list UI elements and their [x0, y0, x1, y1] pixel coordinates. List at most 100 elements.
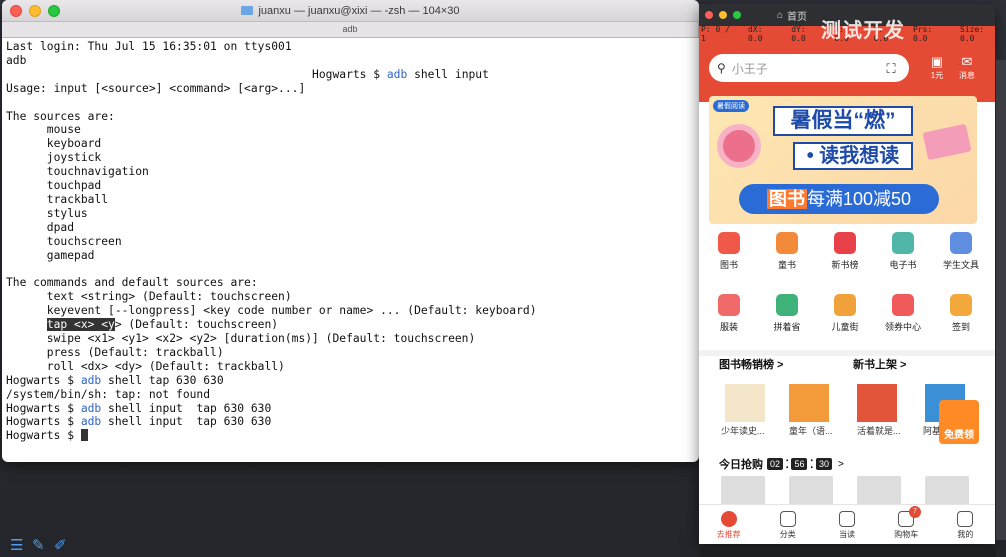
category-icon [834, 294, 856, 316]
category-item[interactable]: 服装 [701, 294, 757, 333]
category-icon [834, 232, 856, 254]
book-cover[interactable] [789, 384, 829, 422]
zoom-icon[interactable] [733, 11, 741, 19]
flower-decoration [717, 124, 761, 168]
search-placeholder: 小王子 [731, 61, 768, 76]
scan-icon[interactable]: ⛶ [879, 61, 903, 77]
banner-title: 暑假当“燃” [773, 106, 913, 136]
folder-icon [241, 6, 254, 15]
home-label: 首页 [787, 11, 808, 23]
emulator-bottom [700, 546, 996, 557]
status-value: P: 0 / 1 [701, 25, 730, 43]
product-image[interactable] [925, 476, 969, 506]
category-item[interactable]: 儿童街 [817, 294, 873, 333]
category-label: 学生文具 [942, 260, 979, 270]
category-icon [776, 294, 798, 316]
current-prompt: Hogwarts $ [6, 429, 695, 443]
command-item: roll <dx> <dy> (Default: trackball) [6, 359, 285, 373]
banner-offer: 图书 每满100减50 [739, 184, 939, 214]
tab-adb[interactable]: adb [2, 22, 699, 37]
list-icon[interactable]: ☰ [10, 538, 26, 554]
terminal-window[interactable]: juanxu — juanxu@xixi — -zsh — 104×30 adb… [2, 0, 699, 462]
close-icon[interactable] [705, 11, 713, 19]
bottom-nav: 去推荐 分类 当读 购物车 我的 [699, 504, 995, 544]
terminal-output[interactable]: Last login: Thu Jul 15 16:35:01 on ttys0… [2, 38, 699, 445]
command-item: text <string> (Default: touchscreen) [6, 290, 292, 304]
nav-label: 去推荐 [716, 530, 741, 539]
phone-screen[interactable]: ⌂ 首页 测试开发 P: 0 / 1 dX: 0.0 dY: 0.0 X: 0.0 Y: … [699, 4, 995, 544]
category-item[interactable]: 电子书 [875, 232, 931, 271]
window-title: juanxu — juanxu@xixi — -zsh — 104×30 [258, 4, 460, 17]
category-label: 电子书 [889, 260, 917, 270]
category-item[interactable]: 学生文具 [933, 232, 989, 271]
book-cover[interactable] [725, 384, 765, 422]
nav-label: 购物车 [894, 530, 919, 539]
command-item: press (Default: trackball) [6, 345, 224, 359]
terminal-line: The commands and default sources are: [6, 276, 258, 290]
command-item: keyevent [--longpress] <key code number … [6, 304, 537, 318]
product-image[interactable] [857, 476, 901, 506]
book-cover[interactable] [857, 384, 897, 422]
flash-sale-title[interactable]: 今日抢购 [719, 456, 763, 472]
terminal-line: Usage: input [<source>] <command> [<arg>… [6, 81, 306, 95]
nav-item[interactable]: 购物车 [877, 505, 936, 544]
free-badge[interactable]: 免费领 [939, 400, 979, 444]
category-item[interactable]: 童书 [759, 232, 815, 271]
bestseller-title[interactable]: 图书畅销榜 > [719, 356, 784, 372]
category-icon [718, 294, 740, 316]
command-name: adb [80, 373, 102, 387]
terminal-titlebar[interactable]: juanxu — juanxu@xixi — -zsh — 104×30 [2, 0, 699, 22]
search-icon: ⚲ [717, 61, 726, 75]
category-label: 图书 [719, 260, 738, 270]
command-item: tap <x> <y> (Default: touchscreen) [46, 318, 279, 332]
pen-icon[interactable]: ✐ [54, 538, 70, 554]
selected-text: tap <x> <y [46, 318, 115, 332]
category-icon [892, 232, 914, 254]
category-icon [892, 294, 914, 316]
nav-item[interactable]: 当读 [817, 505, 876, 544]
edit-icon[interactable]: ✎ [32, 538, 48, 554]
history-line: Hogwarts $ adb shell input tap 630 630 [6, 415, 272, 429]
banner-subtitle: • 读我想读 [793, 142, 913, 170]
newbooks-title[interactable]: 新书上架 > [853, 356, 907, 372]
category-label: 儿童街 [831, 322, 859, 332]
category-label: 新书榜 [831, 260, 859, 270]
category-item[interactable]: 签到 [933, 294, 989, 333]
book-decoration [922, 123, 972, 161]
category-label: 签到 [951, 322, 970, 332]
category-item[interactable]: 领券中心 [875, 294, 931, 333]
coupon-icon[interactable]: ▣ 1元 [925, 54, 949, 81]
nav-icon [957, 511, 974, 527]
history-line: /system/bin/sh: tap: not found [6, 387, 211, 401]
nav-icon [720, 511, 737, 527]
product-image[interactable] [721, 476, 765, 506]
category-label: 拼着省 [773, 322, 801, 332]
status-value: Prs: 0.0 [912, 25, 933, 43]
nav-item[interactable]: 去推荐 [699, 505, 758, 544]
category-item[interactable]: 图书 [701, 232, 757, 271]
source-item: touchscreen [6, 234, 122, 248]
home-icon[interactable]: ⌂ [777, 10, 783, 21]
category-item[interactable]: 新书榜 [817, 232, 873, 271]
history-line: Hogwarts $ adb shell tap 630 630 [6, 373, 224, 387]
category-label: 服装 [719, 322, 738, 332]
watermark: 测试开发 [821, 20, 905, 42]
source-item: gamepad [6, 248, 95, 262]
terminal-line: Last login: Thu Jul 15 16:35:01 on ttys0… [6, 40, 292, 53]
minimize-icon[interactable] [719, 11, 727, 19]
nav-label: 分类 [779, 530, 796, 539]
command-name: adb [80, 415, 102, 429]
nav-item[interactable]: 我的 [936, 505, 995, 544]
message-icon[interactable]: ✉ 消息 [955, 54, 979, 81]
terminal-line: The sources are: [6, 109, 115, 123]
terminal-line: adb [6, 53, 27, 67]
book-title: 少年读史... [721, 426, 765, 436]
product-image[interactable] [789, 476, 833, 506]
category-label: 领券中心 [884, 322, 921, 332]
category-item[interactable]: 拼着省 [759, 294, 815, 333]
promo-banner[interactable]: 暑假阅读 暑假当“燃” • 读我想读 图书 每满100减50 [709, 96, 977, 224]
banner-tag: 暑假阅读 [713, 100, 749, 112]
nav-item[interactable]: 分类 [758, 505, 817, 544]
source-item: joystick [6, 151, 102, 165]
